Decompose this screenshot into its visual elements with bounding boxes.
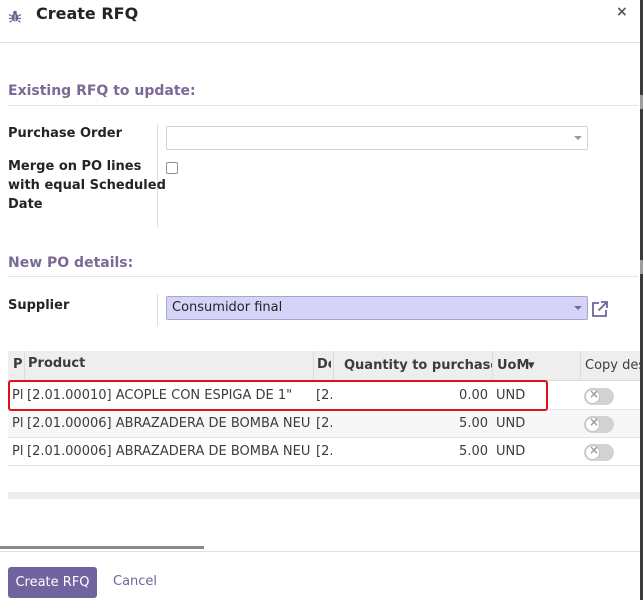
table-row[interactable]: Pl [2.01.00010] ACOPLE CON ESPIGA DE 1" … <box>8 382 640 410</box>
merge-label-line: with equal Scheduled <box>8 178 166 193</box>
purchase-order-select[interactable] <box>166 126 588 150</box>
column-header-description[interactable]: De <box>317 357 331 372</box>
column-divider <box>313 351 314 381</box>
copy-description-toggle[interactable] <box>584 415 614 433</box>
column-header-product[interactable]: Product <box>28 356 308 371</box>
toggle-off-icon <box>585 387 600 404</box>
row-product[interactable]: [2.01.00006] ABRAZADERA DE BOMBA NEU... <box>27 416 311 431</box>
dialog-header: Create RFQ × <box>0 0 640 43</box>
row-product-prefix: Pl <box>12 444 23 459</box>
external-link-icon[interactable] <box>590 299 610 319</box>
chevron-down-icon <box>574 136 582 140</box>
table-horizontal-scrollbar[interactable] <box>8 492 640 499</box>
column-header-uom[interactable]: UoM <box>497 358 531 373</box>
new-po-section-title: New PO details: <box>8 255 134 271</box>
close-button[interactable]: × <box>616 4 628 20</box>
table-header: P Product De Quantity to purchase UoM ▾ … <box>8 351 640 381</box>
section-separator <box>8 276 638 277</box>
create-rfq-button[interactable]: Create RFQ <box>8 567 97 598</box>
row-quantity[interactable]: 0.00 <box>338 388 488 403</box>
section-separator <box>8 105 638 106</box>
purchase-order-label: Purchase Order <box>8 126 123 141</box>
footer-separator <box>0 551 640 552</box>
merge-label-line: Merge on PO lines <box>8 159 142 174</box>
row-product[interactable]: [2.01.00006] ABRAZADERA DE BOMBA NEU... <box>27 444 311 459</box>
supplier-value: Consumidor final <box>172 300 283 315</box>
column-header-quantity[interactable]: Quantity to purchase <box>344 358 492 373</box>
row-uom[interactable]: UND <box>496 388 556 403</box>
row-uom[interactable]: UND <box>496 416 556 431</box>
merge-po-lines-checkbox[interactable] <box>166 162 178 174</box>
row-product-prefix: Pl <box>12 388 23 403</box>
toggle-off-icon <box>585 443 600 460</box>
supplier-label: Supplier <box>8 298 70 313</box>
field-column-divider <box>157 294 158 326</box>
column-header-p[interactable]: P <box>13 357 23 372</box>
row-quantity[interactable]: 5.00 <box>338 444 488 459</box>
supplier-select[interactable]: Consumidor final <box>166 296 588 320</box>
copy-description-toggle[interactable] <box>584 387 614 405</box>
row-description[interactable]: [2. <box>316 444 332 459</box>
row-product-prefix: Pl <box>12 416 23 431</box>
row-quantity[interactable]: 5.00 <box>338 416 488 431</box>
row-description[interactable]: [2. <box>316 416 332 431</box>
column-divider <box>333 351 334 381</box>
existing-rfq-section-title: Existing RFQ to update: <box>8 83 196 99</box>
sort-desc-icon[interactable]: ▾ <box>528 358 542 373</box>
column-divider <box>580 351 581 381</box>
cancel-button[interactable]: Cancel <box>113 574 157 589</box>
row-product[interactable]: [2.01.00010] ACOPLE CON ESPIGA DE 1" <box>27 388 311 403</box>
copy-description-toggle[interactable] <box>584 443 614 461</box>
row-description[interactable]: [2. <box>316 388 332 403</box>
toggle-off-icon <box>585 415 600 432</box>
row-uom[interactable]: UND <box>496 444 556 459</box>
merge-label-line: Date <box>8 197 43 212</box>
column-divider <box>24 351 25 381</box>
merge-po-lines-label: Merge on PO lines with equal Scheduled D… <box>8 157 166 214</box>
footer-scrollbar[interactable] <box>0 546 204 549</box>
table-row[interactable]: Pl [2.01.00006] ABRAZADERA DE BOMBA NEU.… <box>8 410 640 438</box>
table-row[interactable]: Pl [2.01.00006] ABRAZADERA DE BOMBA NEU.… <box>8 438 640 466</box>
chevron-down-icon <box>574 306 582 310</box>
column-divider <box>492 351 493 381</box>
bug-icon <box>8 10 22 23</box>
column-header-copy-description[interactable]: Copy des <box>585 358 640 373</box>
dialog-title: Create RFQ <box>36 4 139 23</box>
